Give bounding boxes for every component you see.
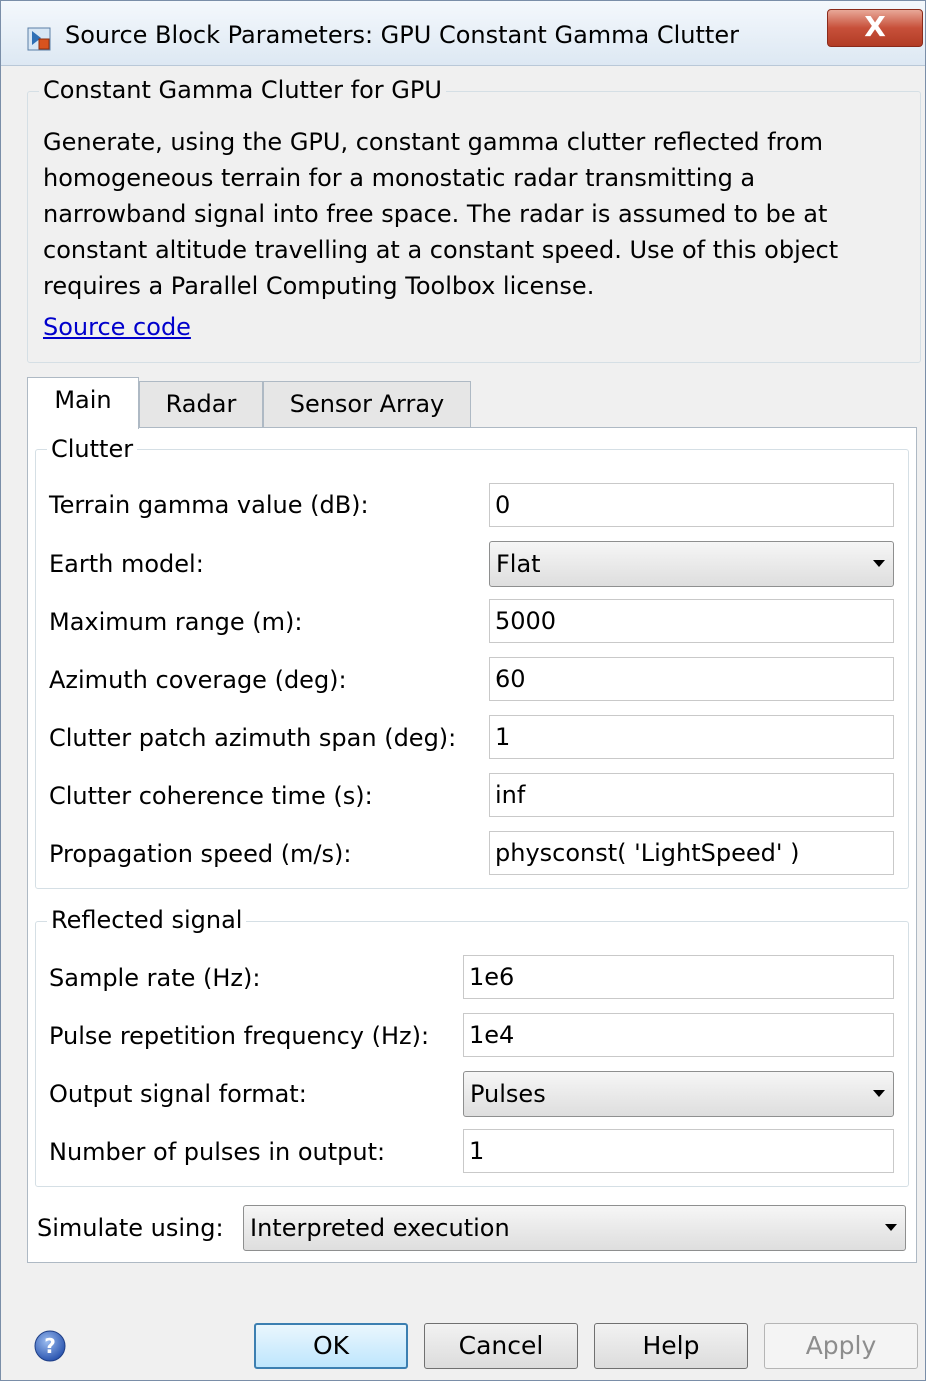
num-pulses-label: Number of pulses in output: (49, 1138, 386, 1166)
clutter-group-title: Clutter (47, 435, 138, 463)
terrain-gamma-input[interactable]: 0 (489, 483, 894, 527)
description-group-title: Constant Gamma Clutter for GPU (39, 76, 446, 104)
max-range-input[interactable]: 5000 (489, 599, 894, 643)
num-pulses-input[interactable]: 1 (463, 1129, 894, 1173)
tab-sensor-array[interactable]: Sensor Array (263, 381, 471, 427)
output-signal-format-select[interactable]: Pulses (463, 1071, 894, 1117)
svg-text:?: ? (44, 1334, 56, 1358)
cancel-button[interactable]: Cancel (424, 1323, 578, 1369)
coherence-time-input[interactable]: inf (489, 773, 894, 817)
earth-model-label: Earth model: (49, 550, 204, 578)
apply-button[interactable]: Apply (764, 1323, 918, 1369)
simulate-using-label: Simulate using: (37, 1214, 224, 1242)
simulink-block-icon (27, 27, 51, 51)
close-button[interactable]: X (827, 9, 923, 47)
sample-rate-input[interactable]: 1e6 (463, 955, 894, 999)
tab-main[interactable]: Main (27, 377, 139, 429)
tab-radar[interactable]: Radar (139, 381, 263, 427)
block-description: Generate, using the GPU, constant gamma … (43, 128, 839, 300)
propagation-speed-label: Propagation speed (m/s): (49, 840, 352, 868)
output-signal-format-label: Output signal format: (49, 1080, 307, 1108)
patch-azimuth-span-label: Clutter patch azimuth span (deg): (49, 724, 457, 752)
title-bar[interactable]: Source Block Parameters: GPU Constant Ga… (1, 1, 925, 66)
coherence-time-label: Clutter coherence time (s): (49, 782, 373, 810)
prf-label: Pulse repetition frequency (Hz): (49, 1022, 430, 1050)
simulate-using-value: Interpreted execution (250, 1214, 510, 1242)
window-title: Source Block Parameters: GPU Constant Ga… (65, 21, 739, 49)
earth-model-select[interactable]: Flat (489, 541, 894, 587)
patch-azimuth-span-input[interactable]: 1 (489, 715, 894, 759)
dialog-window: Source Block Parameters: GPU Constant Ga… (0, 0, 926, 1381)
ok-button[interactable]: OK (254, 1323, 408, 1369)
azimuth-coverage-input[interactable]: 60 (489, 657, 894, 701)
azimuth-coverage-label: Azimuth coverage (deg): (49, 666, 347, 694)
dropdown-caret-icon (885, 1224, 897, 1231)
earth-model-value: Flat (496, 550, 541, 578)
source-code-link[interactable]: Source code (43, 313, 191, 341)
max-range-label: Maximum range (m): (49, 608, 303, 636)
dropdown-caret-icon (873, 1090, 885, 1097)
reflected-signal-group-title: Reflected signal (47, 906, 247, 934)
simulate-using-select[interactable]: Interpreted execution (243, 1205, 906, 1251)
sample-rate-label: Sample rate (Hz): (49, 964, 261, 992)
help-button[interactable]: Help (594, 1323, 748, 1369)
propagation-speed-input[interactable]: physconst( 'LightSpeed' ) (489, 831, 894, 875)
dropdown-caret-icon (873, 560, 885, 567)
close-icon: X (864, 10, 886, 43)
terrain-gamma-label: Terrain gamma value (dB): (49, 491, 369, 519)
help-icon[interactable]: ? (33, 1329, 67, 1363)
output-signal-format-value: Pulses (470, 1080, 546, 1108)
prf-input[interactable]: 1e4 (463, 1013, 894, 1057)
